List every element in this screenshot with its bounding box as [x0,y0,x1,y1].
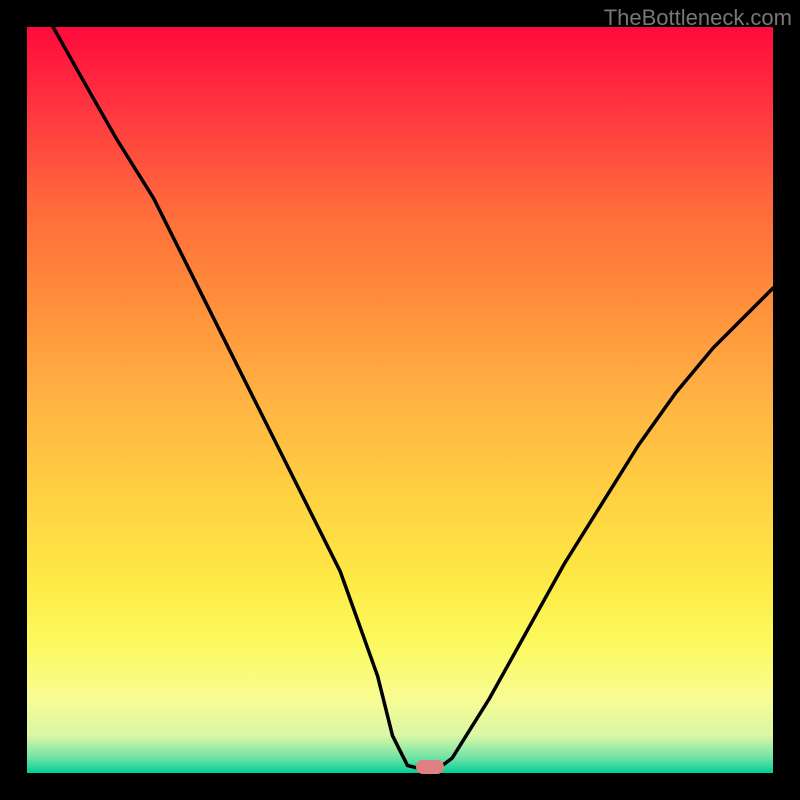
watermark-text: TheBottleneck.com [604,5,792,31]
bottleneck-curve [27,27,773,773]
bottleneck-marker [416,760,444,774]
chart-gradient-canvas [27,27,773,773]
